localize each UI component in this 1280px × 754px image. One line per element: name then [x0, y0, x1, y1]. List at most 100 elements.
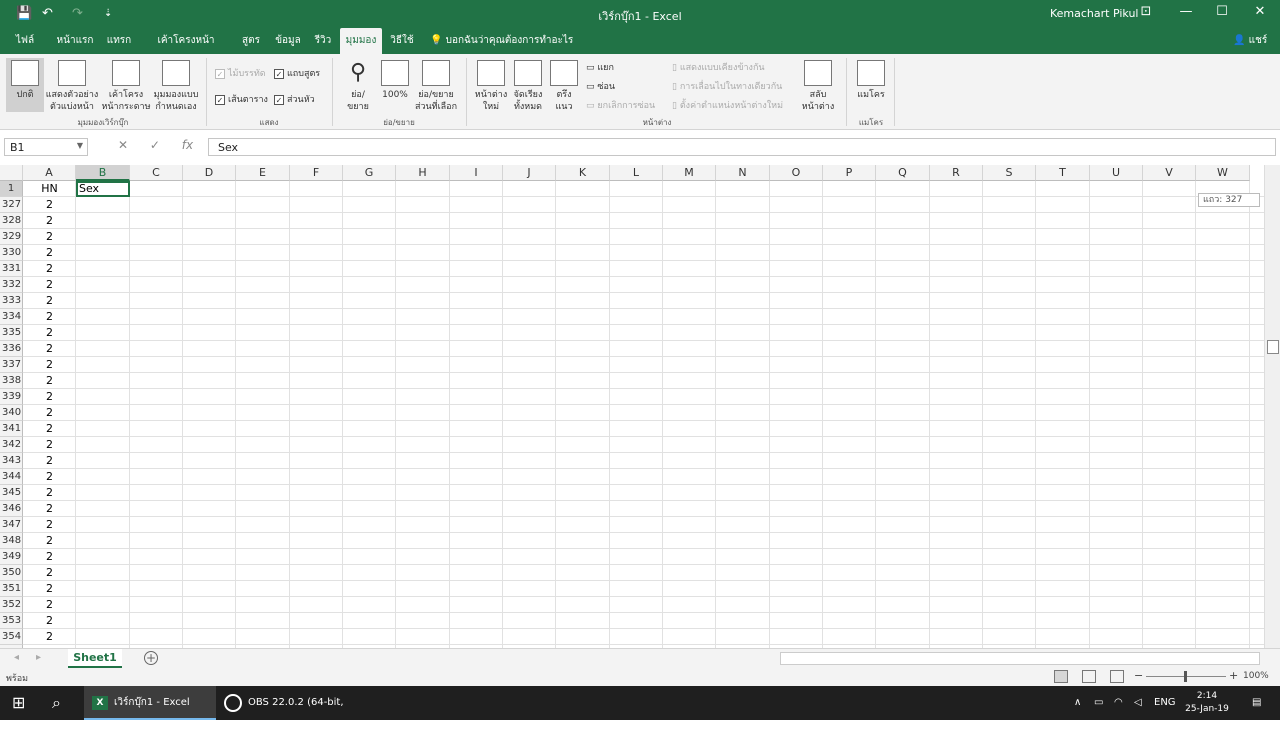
tab-view[interactable]: มุมมอง: [340, 28, 382, 54]
macros-button[interactable]: แมโคร: [854, 58, 888, 101]
cell-b[interactable]: [79, 245, 130, 261]
cell-a[interactable]: 2: [23, 485, 76, 501]
cell-a[interactable]: 2: [23, 421, 76, 437]
taskbar-clock[interactable]: 2:14 25-Jan-19: [1184, 690, 1230, 716]
column-header-s[interactable]: S: [983, 165, 1036, 181]
custom-views-button[interactable]: มุมมองแบบ กำหนดเอง: [152, 58, 200, 113]
cell-a[interactable]: 2: [23, 549, 76, 565]
cell-b[interactable]: [79, 549, 130, 565]
zoom-slider-knob[interactable]: [1184, 671, 1187, 682]
notifications-icon[interactable]: ▤: [1252, 686, 1261, 720]
cell-b[interactable]: [79, 341, 130, 357]
horizontal-scrollbar[interactable]: [780, 652, 1260, 665]
column-header-v[interactable]: V: [1143, 165, 1196, 181]
column-header-d[interactable]: D: [183, 165, 236, 181]
cell-b[interactable]: [79, 309, 130, 325]
zoom-button[interactable]: ⚲ ย่อ/ ขยาย: [340, 58, 376, 113]
cell-b[interactable]: [79, 485, 130, 501]
ribbon-display-options-icon[interactable]: ⊡: [1136, 4, 1156, 19]
cell-b[interactable]: [79, 565, 130, 581]
cell-b[interactable]: [79, 229, 130, 245]
zoom-100-button[interactable]: 100%: [378, 58, 412, 101]
vertical-scroll-thumb[interactable]: [1267, 340, 1279, 354]
column-header-f[interactable]: F: [290, 165, 343, 181]
column-header-g[interactable]: G: [343, 165, 396, 181]
row-header[interactable]: 328: [0, 213, 23, 229]
select-all-corner[interactable]: [0, 165, 23, 181]
battery-icon[interactable]: ▭: [1094, 686, 1103, 720]
selected-cell-b1[interactable]: [76, 181, 130, 197]
tab-page-layout[interactable]: เค้าโครงหน้ากระดาษ: [142, 28, 230, 72]
zoom-out-icon[interactable]: −: [1134, 669, 1143, 682]
vertical-scrollbar[interactable]: [1264, 165, 1280, 649]
column-header-t[interactable]: T: [1036, 165, 1090, 181]
page-break-preview-button[interactable]: แสดงตัวอย่าง ตัวแบ่งหน้า: [44, 58, 100, 113]
cell-a[interactable]: 2: [23, 229, 76, 245]
column-header-m[interactable]: M: [663, 165, 716, 181]
tab-formulas[interactable]: สูตร: [238, 28, 264, 54]
column-header-k[interactable]: K: [556, 165, 610, 181]
gridlines-checkbox[interactable]: ✓ เส้นตาราง: [215, 92, 268, 106]
tab-insert[interactable]: แทรก: [104, 28, 134, 54]
row-header[interactable]: 350: [0, 565, 23, 581]
row-header[interactable]: 345: [0, 485, 23, 501]
zoom-to-selection-button[interactable]: ย่อ/ขยาย ส่วนที่เลือก: [412, 58, 460, 113]
enter-icon[interactable]: ✓: [150, 138, 160, 152]
row-header[interactable]: 337: [0, 357, 23, 373]
column-header-i[interactable]: I: [450, 165, 503, 181]
cell-b[interactable]: [79, 517, 130, 533]
hide-button[interactable]: ▭ ซ่อน: [586, 79, 615, 93]
cell-a[interactable]: 2: [23, 277, 76, 293]
cell-b[interactable]: [79, 277, 130, 293]
sheet-tab-sheet1[interactable]: Sheet1: [68, 649, 122, 669]
cell-a[interactable]: 2: [23, 613, 76, 629]
scroll-sheets-right-icon[interactable]: ▸: [36, 652, 41, 663]
chevron-down-icon[interactable]: ▼: [77, 141, 83, 150]
cell-a[interactable]: HN: [23, 181, 76, 197]
tab-help[interactable]: วิธีใช้: [386, 28, 418, 54]
taskbar-obs[interactable]: OBS 22.0.2 (64-bit, ...: [218, 686, 350, 742]
zoom-in-icon[interactable]: +: [1229, 669, 1238, 682]
row-header[interactable]: 344: [0, 469, 23, 485]
tab-review[interactable]: รีวิว: [310, 28, 336, 54]
row-header[interactable]: 351: [0, 581, 23, 597]
cell-a[interactable]: 2: [23, 453, 76, 469]
row-header[interactable]: 352: [0, 597, 23, 613]
tab-file[interactable]: ไฟล์: [10, 28, 40, 54]
row-header[interactable]: 330: [0, 245, 23, 261]
normal-view-status-icon[interactable]: [1054, 670, 1068, 683]
row-header[interactable]: 333: [0, 293, 23, 309]
cell-a[interactable]: 2: [23, 261, 76, 277]
cell-b[interactable]: [79, 437, 130, 453]
cell-b[interactable]: [79, 613, 130, 629]
row-header[interactable]: 340: [0, 405, 23, 421]
cell-a[interactable]: 2: [23, 293, 76, 309]
cell-a[interactable]: 2: [23, 405, 76, 421]
cell-b[interactable]: [79, 373, 130, 389]
row-header[interactable]: 336: [0, 341, 23, 357]
cell-a[interactable]: 2: [23, 517, 76, 533]
column-header-w[interactable]: W: [1196, 165, 1250, 181]
scroll-sheets-left-icon[interactable]: ◂: [14, 652, 19, 663]
row-header[interactable]: 332: [0, 277, 23, 293]
row-header[interactable]: 342: [0, 437, 23, 453]
search-icon[interactable]: ⌕: [52, 686, 61, 720]
page-layout-status-icon[interactable]: [1082, 670, 1096, 683]
add-sheet-icon[interactable]: +: [144, 651, 158, 665]
row-header[interactable]: 329: [0, 229, 23, 245]
maximize-icon[interactable]: ☐: [1212, 4, 1232, 19]
normal-view-button[interactable]: ปกติ: [6, 58, 44, 112]
cell-b[interactable]: [79, 389, 130, 405]
cell-a[interactable]: 2: [23, 213, 76, 229]
cell-b[interactable]: [79, 501, 130, 517]
column-header-b[interactable]: B: [76, 165, 130, 181]
row-header[interactable]: 353: [0, 613, 23, 629]
cell-a[interactable]: 2: [23, 341, 76, 357]
row-header[interactable]: 341: [0, 421, 23, 437]
insert-function-icon[interactable]: fx: [182, 138, 193, 152]
column-header-a[interactable]: A: [23, 165, 76, 181]
zoom-level[interactable]: 100%: [1243, 671, 1269, 681]
worksheet-grid[interactable]: ABCDEFGHIJKLMNOPQRSTUVW 1 327 328 329 330 331…: [0, 165, 1264, 649]
cell-b[interactable]: [79, 597, 130, 613]
cell-a[interactable]: 2: [23, 533, 76, 549]
